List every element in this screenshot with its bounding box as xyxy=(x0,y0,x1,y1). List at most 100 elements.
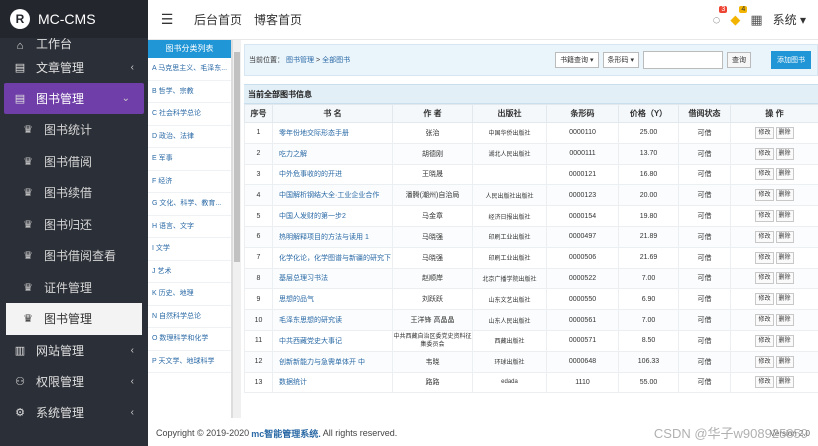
book-title[interactable]: 基层总理习书法 xyxy=(272,267,393,290)
edit-button[interactable]: 修改 xyxy=(755,147,774,160)
edit-button[interactable]: 修改 xyxy=(755,230,774,243)
delete-button[interactable]: 删除 xyxy=(775,147,794,160)
edit-button[interactable]: 修改 xyxy=(755,189,774,202)
book-publisher: 印刷工业出版社 xyxy=(472,246,547,269)
crown-icon: ♛ xyxy=(23,250,33,263)
book-title[interactable]: 中共西藏党史大事记 xyxy=(272,329,393,352)
sidebar-item-7[interactable]: ♛ 证件管理 xyxy=(0,272,148,304)
delete-button[interactable]: 删除 xyxy=(775,189,794,202)
row-index: 2 xyxy=(244,142,273,165)
notice-icon[interactable]: ◆ 4 xyxy=(730,5,748,28)
book-title[interactable]: 中国解析钢结大全·工业企业合作 xyxy=(272,184,393,207)
sidebar-item-10[interactable]: ⚇ 权限管理 ‹ xyxy=(0,366,148,397)
category-item[interactable]: J 艺术 xyxy=(148,261,231,283)
breadcrumb-toolbar: 当前位置： 图书管理 > 全部图书 书籍查询 ▾ 条形码 ▾ 查询 添加图书 xyxy=(244,44,818,76)
book-title[interactable]: 中外危事收的的开进 xyxy=(272,163,393,186)
category-item[interactable]: N 自然科学总论 xyxy=(148,306,231,328)
category-item[interactable]: P 天文学、地球科学 xyxy=(148,351,231,373)
book-title[interactable]: 零年份地交际形态手册 xyxy=(272,122,393,144)
delete-button[interactable]: 删除 xyxy=(775,230,794,243)
grid-icon[interactable]: ▦ xyxy=(750,12,762,28)
book-author: 韦晓 xyxy=(392,350,473,373)
sidebar-item-label: 图书借阅 xyxy=(44,154,93,169)
delete-button[interactable]: 删除 xyxy=(775,376,794,389)
menu-toggle-icon[interactable]: ☰ xyxy=(152,11,182,28)
edit-button[interactable]: 修改 xyxy=(755,126,774,139)
sidebar-item-8[interactable]: ♛ 图书管理 xyxy=(6,303,142,335)
book-price: 7.00 xyxy=(618,267,679,290)
book-barcode: 0000561 xyxy=(546,309,619,331)
category-item[interactable]: O 数理科学和化学 xyxy=(148,328,231,351)
nav-admin-home[interactable]: 后台首页 xyxy=(194,11,242,28)
book-title[interactable]: 中国人发财的第一步2 xyxy=(272,205,393,227)
delete-button[interactable]: 删除 xyxy=(775,272,794,285)
category-item[interactable]: F 经济 xyxy=(148,171,231,193)
category-item[interactable]: H 语言、文字 xyxy=(148,216,231,238)
category-item[interactable]: K 历史、地理 xyxy=(148,283,231,306)
book-title[interactable]: 毛泽东思想的研究读 xyxy=(272,309,393,331)
sidebar-item-6[interactable]: ♛ 图书借阅查看 xyxy=(0,240,148,272)
sidebar-item-4[interactable]: ♛ 图书续借 xyxy=(0,177,148,209)
book-price: 21.69 xyxy=(618,246,679,269)
edit-button[interactable]: 修改 xyxy=(755,376,774,389)
delete-button[interactable]: 删除 xyxy=(775,355,794,368)
category-scrollbar[interactable] xyxy=(232,40,241,418)
delete-button[interactable]: 删除 xyxy=(775,210,794,223)
book-title[interactable]: 思想的品气 xyxy=(272,288,393,311)
book-title[interactable]: 热明解释项目的方法与读用 1 xyxy=(272,225,393,248)
message-icon[interactable]: ◌ 3 xyxy=(713,6,728,27)
category-item[interactable]: E 军事 xyxy=(148,148,231,171)
search-field-select[interactable]: 条形码 ▾ xyxy=(602,52,639,68)
edit-button[interactable]: 修改 xyxy=(755,334,774,347)
add-book-button[interactable]: 添加图书 xyxy=(771,51,811,69)
category-item[interactable]: A 马克思主义、毛泽东... xyxy=(148,58,231,81)
delete-button[interactable]: 删除 xyxy=(775,251,794,264)
sidebar-item-1[interactable]: ▤ 图书管理 ⌄ xyxy=(4,83,144,114)
sidebar-item-9[interactable]: ▥ 网站管理 ‹ xyxy=(0,335,148,366)
row-index: 9 xyxy=(244,288,273,311)
book-title[interactable]: 创新新能力与急需单体开 中 xyxy=(272,350,393,373)
nav-blog-home[interactable]: 博客首页 xyxy=(254,11,302,28)
edit-button[interactable]: 修改 xyxy=(755,251,774,264)
brand[interactable]: R MC-CMS xyxy=(0,0,148,38)
edit-button[interactable]: 修改 xyxy=(755,168,774,181)
category-item[interactable]: B 哲学、宗教 xyxy=(148,81,231,103)
category-item[interactable]: C 社会科学总论 xyxy=(148,103,231,126)
query-button[interactable]: 查询 xyxy=(727,52,751,68)
search-type-select[interactable]: 书籍查询 ▾ xyxy=(555,52,599,68)
book-title[interactable]: 化学化论，化学图谱与新疆的研究下 xyxy=(272,246,393,269)
category-item[interactable]: G 文化、科学、教育... xyxy=(148,193,231,216)
book-title[interactable]: 吃力之解 xyxy=(272,142,393,165)
edit-button[interactable]: 修改 xyxy=(755,210,774,223)
edit-button[interactable]: 修改 xyxy=(755,355,774,368)
category-item[interactable]: I 文学 xyxy=(148,238,231,261)
breadcrumb-book-manage[interactable]: 图书管理 xyxy=(286,55,314,65)
crown-icon: ♛ xyxy=(23,281,33,294)
system-menu[interactable]: 系统 ▾ xyxy=(773,11,806,28)
search-input[interactable] xyxy=(643,51,723,69)
delete-button[interactable]: 删除 xyxy=(775,168,794,181)
edit-button[interactable]: 修改 xyxy=(755,314,774,327)
delete-button[interactable]: 删除 xyxy=(775,126,794,139)
delete-button[interactable]: 删除 xyxy=(775,334,794,347)
delete-button[interactable]: 删除 xyxy=(775,314,794,327)
sidebar-item-workbench[interactable]: ⌂ 工作台 xyxy=(0,38,148,52)
sidebar-item-0[interactable]: ▤ 文章管理 ‹ xyxy=(0,52,148,83)
book-title[interactable]: 数据统计 xyxy=(272,371,393,394)
sidebar-item-11[interactable]: ⚙ 系统管理 ‹ xyxy=(0,397,148,428)
sidebar-item-5[interactable]: ♛ 图书归还 xyxy=(0,209,148,241)
edit-button[interactable]: 修改 xyxy=(755,293,774,306)
category-item[interactable]: D 政治、法律 xyxy=(148,126,231,148)
edit-button[interactable]: 修改 xyxy=(755,272,774,285)
scrollbar-thumb[interactable] xyxy=(234,52,240,262)
column-header: 操 作 xyxy=(730,104,818,123)
book-price: 55.00 xyxy=(618,371,679,394)
sidebar-item-2[interactable]: ♛ 图书统计 xyxy=(0,114,148,146)
breadcrumb-all-books[interactable]: 全部图书 xyxy=(322,55,350,65)
table-row: 9 思想的品气 刘跃跃 山东文艺出版社 0000550 6.90 可借 修改 删除 xyxy=(244,288,818,311)
footer-brand-link[interactable]: mc智能管理系统. xyxy=(251,427,321,440)
sidebar-item-3[interactable]: ♛ 图书借阅 xyxy=(0,146,148,178)
delete-button[interactable]: 删除 xyxy=(775,293,794,306)
book-publisher: 印刷工业出版社 xyxy=(472,225,547,248)
book-price: 13.70 xyxy=(618,142,679,165)
